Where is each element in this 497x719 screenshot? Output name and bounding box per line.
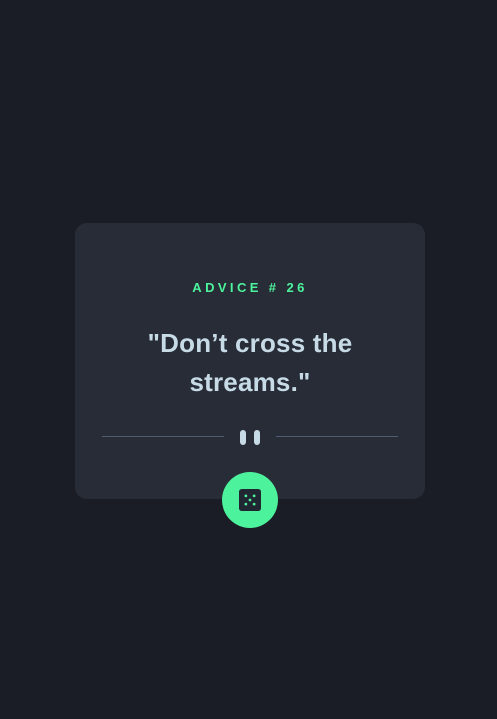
dice-icon bbox=[239, 489, 261, 511]
new-advice-button[interactable] bbox=[222, 472, 278, 528]
pause-bar-right bbox=[254, 430, 260, 445]
page: ADVICE # 26 "Don’t cross the streams." bbox=[0, 0, 497, 719]
advice-card: ADVICE # 26 "Don’t cross the streams." bbox=[75, 223, 425, 499]
divider-line-right bbox=[276, 436, 398, 437]
pause-icon bbox=[240, 428, 260, 446]
advice-id: ADVICE # 26 bbox=[192, 280, 308, 295]
pause-bar-left bbox=[240, 430, 246, 445]
divider bbox=[102, 428, 398, 446]
divider-line-left bbox=[102, 436, 224, 437]
advice-quote: "Don’t cross the streams." bbox=[147, 328, 353, 397]
